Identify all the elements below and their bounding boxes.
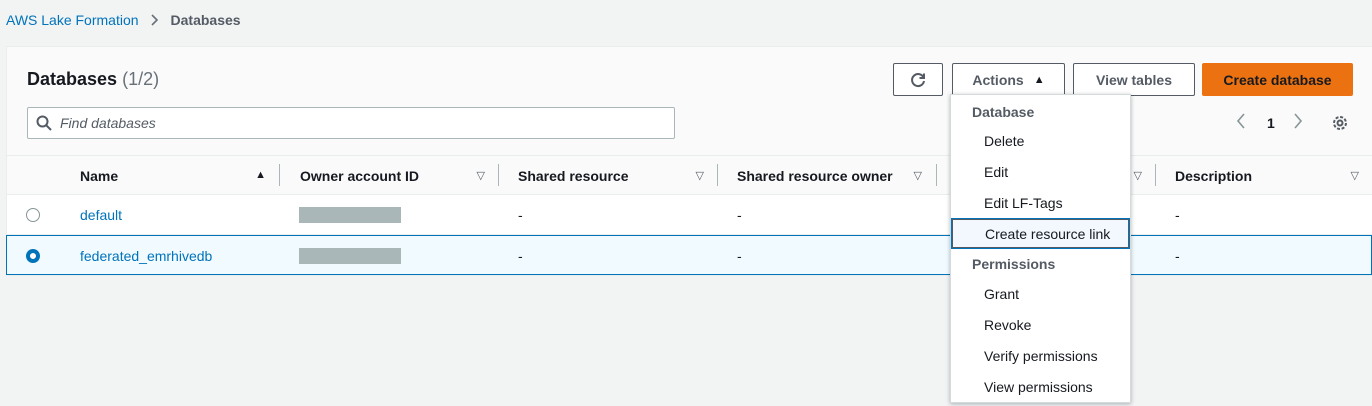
page-number[interactable]: 1 [1267,115,1275,131]
sort-icon: ▽ [476,170,485,182]
column-owner-label: Owner account ID [300,168,420,184]
settings-gear-icon[interactable] [1330,113,1350,138]
column-shared-resource-owner[interactable]: Shared resource owner ▽ [737,156,922,196]
menu-item-revoke[interactable]: Revoke [951,309,1130,340]
caret-up-icon: ▲ [1033,73,1045,86]
column-owner-account-id[interactable]: Owner account ID ▽ [300,156,485,196]
menu-group-database: Database [972,103,1035,120]
column-description-label: Description [1175,168,1253,184]
column-name-label: Name [80,168,119,184]
panel-header: Databases (1/2) Actions ▲ View tables Cr… [7,47,1372,157]
menu-group-permissions: Permissions [972,255,1056,272]
breadcrumb: AWS Lake Formation Databases [6,11,241,29]
menu-item-view-permissions[interactable]: View permissions [951,371,1130,402]
column-divider[interactable] [279,164,280,186]
page-title: Databases (1/2) [27,69,159,90]
actions-dropdown-menu: Database Delete Edit Edit LF-Tags Create… [950,94,1131,403]
databases-table: Name ▲ Owner account ID ▽ Shared resourc… [6,155,1372,275]
database-link[interactable]: federated_emrhivedb [80,248,212,264]
menu-item-verify-permissions[interactable]: Verify permissions [951,340,1130,371]
row-description: - [1175,207,1180,223]
row-shared-owner: - [737,207,742,223]
sort-icon: ▽ [695,170,704,182]
search-input[interactable] [60,115,660,131]
column-divider[interactable] [936,164,937,186]
database-link[interactable]: default [80,207,122,223]
row-radio-selected[interactable] [26,249,40,263]
row-name[interactable]: federated_emrhivedb [80,236,212,276]
search-icon [28,115,60,131]
title-text: Databases [27,69,118,89]
row-radio[interactable] [26,208,40,222]
table-row[interactable]: federated_emrhivedb - - - [6,235,1372,275]
sort-icon: ▽ [913,170,922,182]
row-shared: - [518,248,523,264]
previous-page-icon[interactable] [1236,113,1246,129]
row-description: - [1175,248,1180,264]
column-shared-label: Shared resource [518,168,629,184]
breadcrumb-lake-formation[interactable]: AWS Lake Formation [6,12,139,28]
column-divider[interactable] [717,164,718,186]
refresh-button[interactable] [893,63,943,96]
menu-item-edit-lf-tags[interactable]: Edit LF-Tags [951,187,1130,218]
row-name[interactable]: default [80,195,122,235]
menu-item-grant[interactable]: Grant [951,278,1130,309]
column-name[interactable]: Name ▲ [80,156,266,196]
column-description[interactable]: Description ▽ [1175,156,1359,196]
refresh-icon [911,72,925,87]
row-shared-owner: - [737,248,742,264]
breadcrumb-databases: Databases [170,12,241,28]
chevron-right-icon [150,14,159,26]
sort-icon: ▽ [1133,170,1142,182]
menu-item-delete[interactable]: Delete [951,125,1130,156]
databases-panel: Databases (1/2) Actions ▲ View tables Cr… [6,46,1372,276]
redacted-owner-id [299,207,401,223]
column-shared-owner-label: Shared resource owner [737,168,893,184]
next-page-icon[interactable] [1293,113,1303,129]
column-shared-resource[interactable]: Shared resource ▽ [518,156,704,196]
create-database-button[interactable]: Create database [1202,63,1353,96]
search-field[interactable] [27,107,675,139]
actions-label: Actions [972,71,1024,88]
column-divider[interactable] [1155,164,1156,186]
table-row[interactable]: default - - - [7,195,1372,235]
table-header: Name ▲ Owner account ID ▽ Shared resourc… [7,155,1372,195]
menu-item-edit[interactable]: Edit [951,156,1130,187]
row-shared: - [518,207,523,223]
view-tables-button[interactable]: View tables [1073,63,1195,96]
sort-icon: ▽ [1350,170,1359,182]
actions-button[interactable]: Actions ▲ [952,63,1065,96]
column-divider[interactable] [498,164,499,186]
selection-count: (1/2) [122,69,160,89]
sort-ascending-icon: ▲ [255,169,266,181]
menu-item-create-resource-link[interactable]: Create resource link [951,218,1130,249]
redacted-owner-id [299,248,401,264]
